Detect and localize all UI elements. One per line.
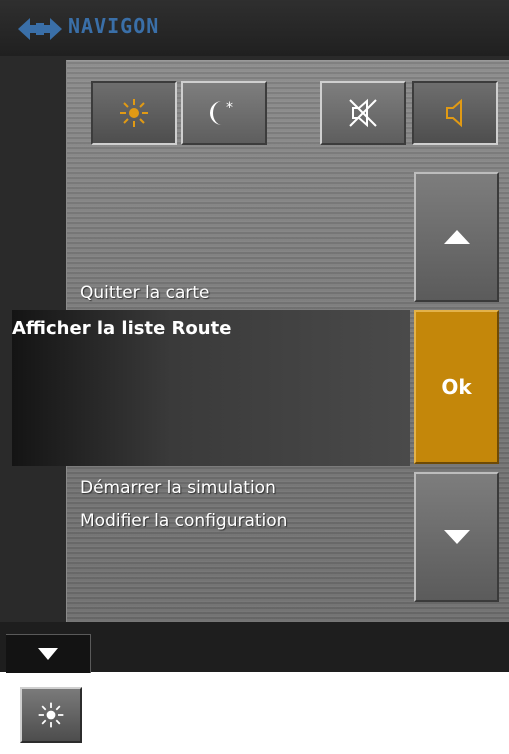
night-mode-button[interactable]: * — [181, 81, 267, 145]
menu-item-route-list[interactable]: Afficher la liste Route — [12, 318, 231, 339]
title-bar: NAVIGON — [0, 0, 509, 56]
menu-item-quit-map[interactable]: Quitter la carte — [80, 283, 209, 303]
day-mode-thumbnail-button[interactable] — [20, 687, 82, 743]
arrow-down-icon — [443, 530, 470, 544]
day-mode-button[interactable] — [91, 81, 177, 145]
sound-on-button[interactable] — [412, 81, 498, 145]
arrow-up-icon — [443, 230, 470, 244]
sun-icon — [38, 702, 64, 728]
collapse-tab-button[interactable] — [6, 634, 91, 673]
scroll-down-button[interactable] — [414, 472, 499, 602]
speaker-icon — [446, 98, 462, 128]
ok-button[interactable]: Ok — [414, 310, 499, 464]
scroll-up-button[interactable] — [414, 172, 499, 302]
menu-item-start-simulation[interactable]: Démarrer la simulation — [80, 478, 276, 498]
menu-item-settings[interactable]: Modifier la configuration — [80, 511, 287, 531]
chevron-down-icon — [38, 648, 58, 660]
speaker-muted-icon — [349, 98, 377, 128]
device-screen: NAVIGON * Quitter la carte Afficher la l… — [0, 0, 509, 673]
left-strip — [0, 60, 12, 622]
svg-text:*: * — [226, 100, 233, 116]
navigon-logo-icon — [18, 18, 62, 40]
moon-star-icon: * — [210, 100, 233, 125]
sun-icon — [120, 99, 148, 127]
brand-name: NAVIGON — [68, 14, 160, 38]
mute-button[interactable] — [320, 81, 406, 145]
